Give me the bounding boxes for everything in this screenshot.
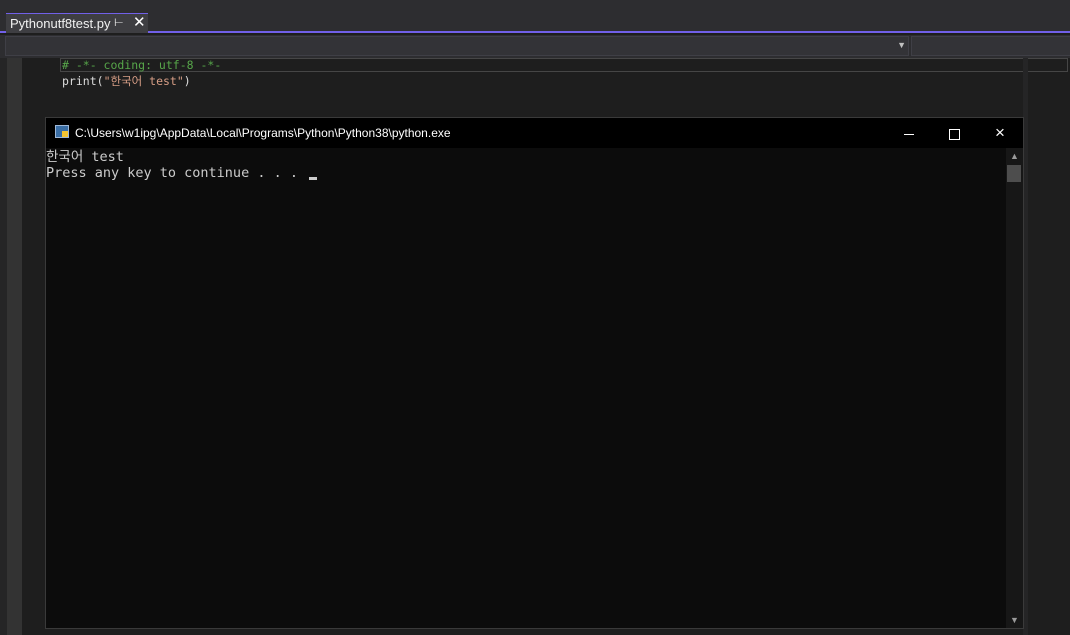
close-window-button[interactable]: × <box>977 118 1023 148</box>
code-line-2[interactable]: print("한국어 test") <box>62 74 191 88</box>
console-output-line-2: Press any key to continue . . . <box>46 165 318 181</box>
scroll-up-icon[interactable]: ▲ <box>1006 148 1023 164</box>
tab-pythonutf8test[interactable]: Pythonutf8test.py ⊢ ✕ <box>6 13 148 33</box>
member-dropdown[interactable]: ▼ <box>5 36 909 56</box>
code-paren-open: ( <box>96 74 104 88</box>
console-title: C:\Users\w1ipg\AppData\Local\Programs\Py… <box>75 126 451 140</box>
editor-gutter <box>7 58 22 635</box>
pin-icon[interactable]: ⊢ <box>114 16 124 29</box>
code-function-token: print <box>62 74 97 88</box>
minimize-icon <box>904 133 914 135</box>
console-output[interactable]: 한국어 test Press any key to continue . . . <box>46 148 1006 628</box>
console-titlebar[interactable]: C:\Users\w1ipg\AppData\Local\Programs\Py… <box>46 118 1023 148</box>
navigation-bar: ▼ <box>0 35 1070 58</box>
python-console-icon[interactable] <box>55 125 69 138</box>
secondary-dropdown[interactable] <box>911 36 1070 56</box>
code-line-1[interactable]: # -*- coding: utf-8 -*- <box>62 58 221 72</box>
console-scrollbar[interactable]: ▲ ▼ <box>1006 148 1023 628</box>
editor-margin <box>0 58 7 635</box>
tab-filename: Pythonutf8test.py <box>10 16 111 31</box>
maximize-button[interactable] <box>931 118 977 148</box>
chevron-down-icon[interactable]: ▼ <box>897 40 906 50</box>
scrollbar-thumb[interactable] <box>1007 165 1021 182</box>
scroll-down-icon[interactable]: ▼ <box>1006 612 1023 628</box>
console-output-line-1: 한국어 test <box>46 149 124 165</box>
code-paren-close: ) <box>183 74 191 88</box>
console-window[interactable]: C:\Users\w1ipg\AppData\Local\Programs\Py… <box>45 117 1024 629</box>
maximize-icon <box>948 128 960 140</box>
document-tab-strip: Pythonutf8test.py ⊢ ✕ <box>0 0 1070 33</box>
text-cursor <box>309 177 318 180</box>
console-prompt-text: Press any key to continue . . . <box>46 165 307 181</box>
code-string-token: "한국어 test" <box>103 74 184 88</box>
close-icon[interactable]: ✕ <box>133 13 146 31</box>
minimize-button[interactable] <box>886 118 932 148</box>
